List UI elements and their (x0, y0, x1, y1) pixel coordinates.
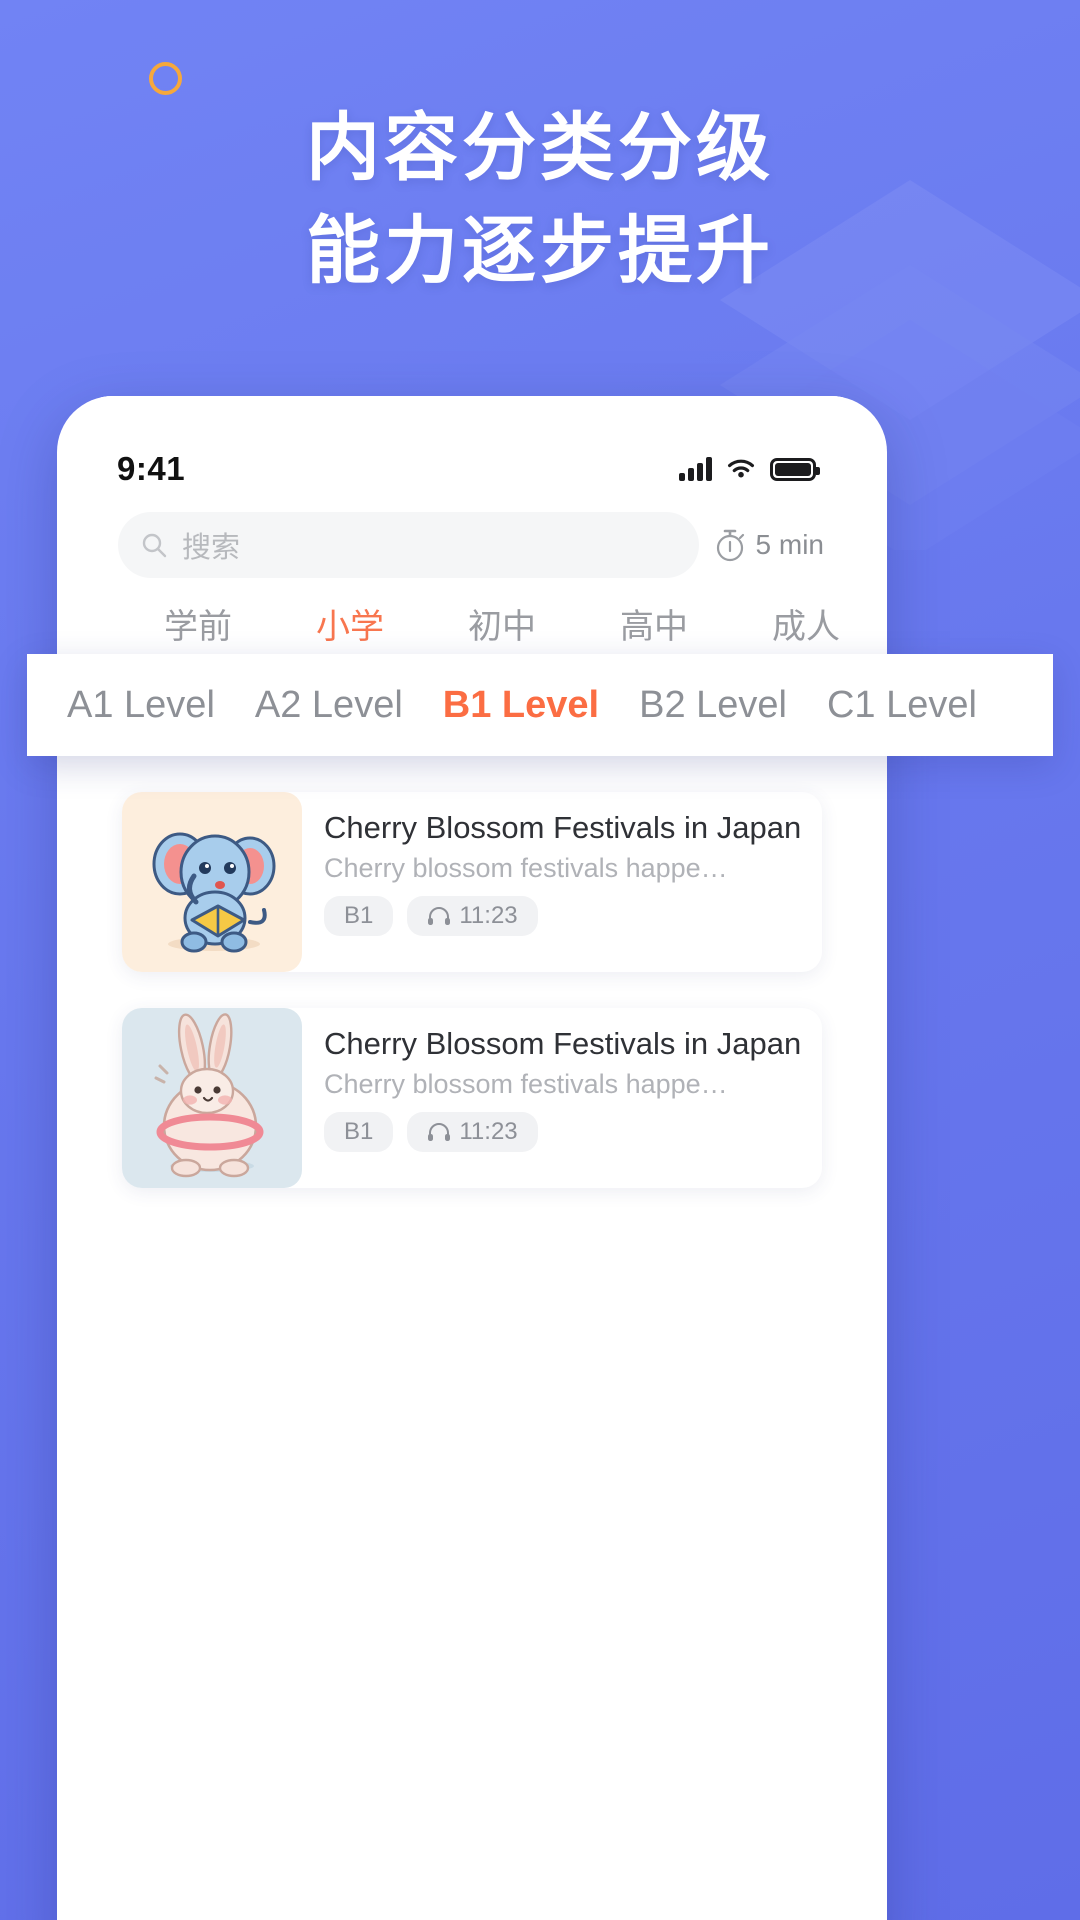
lesson-duration: 11:23 (407, 896, 538, 936)
battery-icon (770, 457, 820, 481)
grade-tab-label: 小学 (316, 608, 384, 646)
grade-tab-label: 初中 (468, 608, 536, 646)
lesson-list: Cherry Blossom Festivals in Japan Cherry… (100, 754, 844, 1188)
search-row: 搜索 5 min (100, 504, 844, 578)
headphones-icon (428, 1123, 451, 1141)
lesson-info: Cherry Blossom Festivals in Japan Cherry… (302, 1008, 822, 1188)
list-item[interactable]: Cherry Blossom Festivals in Japan Cherry… (122, 1008, 822, 1188)
list-item[interactable]: Cherry Blossom Festivals in Japan Cherry… (122, 792, 822, 972)
lesson-meta: B1 11:23 (324, 1112, 804, 1152)
phone-mockup: 9:41 搜索 5 min 学前 小学 初中 高中 成人 Cherry Blos… (57, 396, 887, 1920)
lesson-thumbnail (122, 1008, 302, 1188)
status-bar-icons (679, 457, 820, 481)
page-title-line-1: 内容分类分级 (306, 106, 774, 189)
search-placeholder: 搜索 (182, 532, 241, 564)
page-title-line-2: 能力逐步提升 (306, 209, 774, 292)
lesson-info: Cherry Blossom Festivals in Japan Cherry… (302, 792, 822, 972)
elephant-reading-illustration (152, 832, 276, 953)
search-icon (142, 533, 167, 558)
search-input[interactable]: 搜索 (118, 512, 699, 578)
lesson-thumbnail (122, 792, 302, 972)
wifi-icon (728, 459, 754, 478)
status-badge: B1 (324, 1112, 394, 1152)
grade-tab-label: 成人 (772, 608, 840, 646)
callout-level-b2[interactable]: B2 Level (631, 684, 795, 727)
signal-bars-icon (679, 457, 712, 481)
daily-timer-label: 5 min (755, 529, 824, 560)
grade-tab-label: 学前 (164, 608, 232, 646)
grade-tab-label: 高中 (620, 608, 688, 646)
lesson-description: Cherry blossom festivals happe… (324, 1069, 728, 1099)
page-title: 内容分类分级 能力逐步提升 (0, 96, 1080, 302)
rabbit-hula-hoop-illustration (154, 1013, 264, 1178)
callout-level-a1[interactable]: A1 Level (59, 684, 223, 727)
lesson-duration-label: 11:23 (459, 1118, 518, 1145)
lesson-duration-label: 11:23 (459, 902, 518, 929)
phone-screen: 9:41 搜索 5 min 学前 小学 初中 高中 成人 Cherry Blos… (100, 396, 844, 1920)
callout-level-a2[interactable]: A2 Level (247, 684, 411, 727)
callout-level-b1[interactable]: B1 Level (435, 684, 607, 727)
callout-level-c1[interactable]: C1 Level (819, 684, 985, 727)
status-badge: B1 (324, 896, 394, 936)
stopwatch-icon (716, 529, 744, 562)
lesson-duration: 11:23 (407, 1112, 538, 1152)
status-bar: 9:41 (100, 396, 844, 504)
headphones-icon (428, 907, 451, 925)
status-bar-time: 9:41 (117, 450, 186, 487)
level-callout-overlay: A1 Level A2 Level B1 Level B2 Level C1 L… (27, 654, 1053, 756)
daily-timer[interactable]: 5 min (713, 527, 824, 563)
lesson-description: Cherry blossom festivals happe… (324, 853, 728, 883)
ring-decoration-icon (149, 62, 182, 95)
lesson-meta: B1 11:23 (324, 896, 804, 936)
lesson-title: Cherry Blossom Festivals in Japan (324, 1026, 802, 1061)
lesson-title: Cherry Blossom Festivals in Japan (324, 810, 802, 845)
